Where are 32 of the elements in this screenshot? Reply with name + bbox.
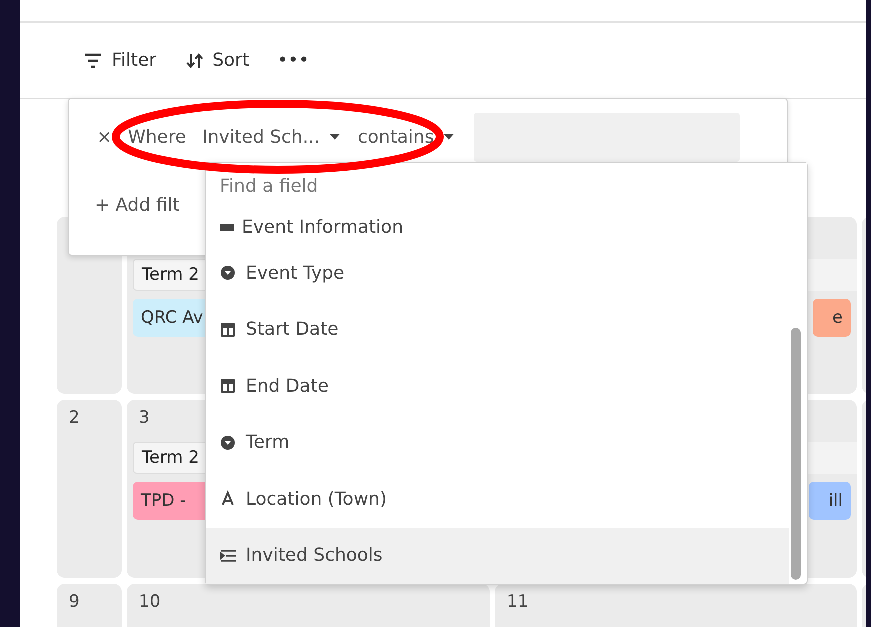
field-option[interactable]: Invited Schools	[206, 528, 789, 584]
field-option[interactable]: Event Information	[206, 209, 789, 245]
field-option[interactable]: Event Type	[206, 245, 789, 302]
day-number: 11	[506, 592, 529, 614]
remove-filter-button[interactable]: ×	[95, 122, 114, 152]
search-field[interactable]: Find a field	[206, 163, 807, 209]
caret-icon	[444, 134, 454, 140]
filter-value-field[interactable]	[474, 112, 740, 162]
add-filter-button[interactable]: + Add filt	[95, 195, 180, 216]
filter-button[interactable]: Filter	[82, 46, 157, 75]
week-number: 2	[68, 408, 80, 430]
field-option[interactable]: End Date	[206, 358, 789, 414]
week-number: 9	[68, 592, 80, 614]
field-select[interactable]: Invited Sch...	[200, 122, 342, 152]
section-icon	[220, 224, 234, 230]
where-label: Where	[128, 126, 186, 148]
event-chip[interactable]: e	[812, 299, 851, 337]
day-number: 3	[138, 408, 150, 430]
calendar-icon	[220, 320, 238, 339]
filter-icon	[82, 52, 104, 70]
dropdown-icon	[220, 264, 238, 282]
sort-icon	[184, 52, 205, 70]
day-number: 10	[138, 592, 161, 614]
caret-icon	[330, 134, 340, 140]
dropdown-icon	[220, 434, 238, 452]
calendar-icon	[220, 377, 238, 396]
field-option[interactable]: Term	[206, 414, 789, 471]
sort-button[interactable]: Sort	[184, 46, 250, 75]
operator-select[interactable]: contains	[356, 122, 456, 152]
more-button[interactable]: •••	[277, 46, 310, 75]
event-chip[interactable]: ill	[808, 482, 851, 520]
scrollbar-thumb[interactable]	[791, 328, 801, 580]
